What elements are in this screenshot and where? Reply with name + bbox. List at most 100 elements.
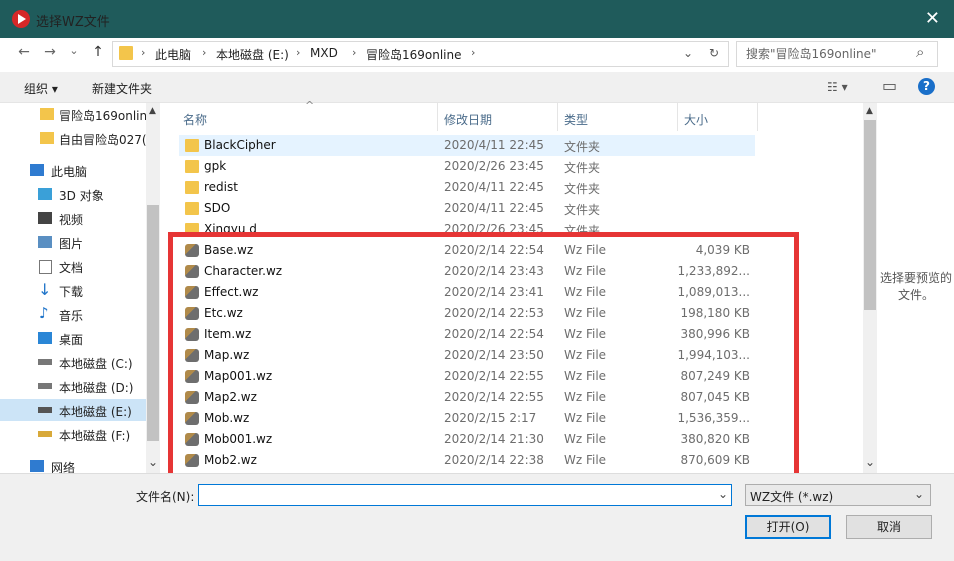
column-divider[interactable] [757, 103, 758, 131]
view-options-icon[interactable]: ☷ ▾ [827, 80, 848, 94]
breadcrumb-drive-e[interactable]: 本地磁盘 (E:) [216, 46, 289, 63]
column-header-date[interactable]: 修改日期 [444, 111, 492, 128]
file-row[interactable]: redist 2020/4/11 22:45 文件夹 [179, 177, 755, 198]
chevron-right-icon: › [141, 46, 146, 59]
address-bar[interactable]: › 此电脑 › 本地磁盘 (E:) › MXD › 冒险岛169online ›… [112, 41, 729, 67]
filename-input[interactable] [198, 484, 732, 506]
sidebar-item-3d-objects[interactable]: 3D 对象 [0, 183, 146, 205]
highlight-box [168, 232, 799, 484]
file-type: 文件夹 [564, 182, 601, 196]
filename-label: 文件名(N): [136, 490, 195, 504]
desktop-icon [38, 332, 52, 344]
folder-icon [40, 108, 54, 120]
column-divider[interactable] [557, 103, 558, 131]
sidebar-item-drive-e[interactable]: 本地磁盘 (E:) [0, 399, 146, 421]
sidebar-item-label: 冒险岛169onlin [59, 109, 148, 123]
organize-button[interactable]: 组织 ▾ [24, 80, 58, 97]
chevron-down-icon[interactable]: ⌄ [718, 487, 728, 501]
chevron-right-icon: › [202, 46, 207, 59]
column-divider[interactable] [437, 103, 438, 131]
video-icon [38, 212, 52, 224]
sidebar-item-this-pc[interactable]: 此电脑 [0, 159, 146, 181]
sidebar-item-documents[interactable]: 文档 [0, 255, 146, 277]
sidebar-item-label: 本地磁盘 (C:) [59, 357, 133, 371]
filetype-select[interactable]: WZ文件 (*.wz) ⌄ [745, 484, 931, 506]
folder-icon [40, 132, 54, 144]
sidebar-item-music[interactable]: ♪ 音乐 [0, 303, 146, 325]
breadcrumb-current-folder[interactable]: 冒险岛169online [366, 46, 462, 63]
file-date: 2020/4/11 22:45 [444, 180, 544, 194]
folder-icon [185, 202, 199, 215]
sidebar-item-drive-d[interactable]: 本地磁盘 (D:) [0, 375, 146, 397]
file-name: redist [204, 180, 238, 194]
back-arrow-icon[interactable]: ← [14, 44, 34, 64]
search-icon[interactable]: ⌕ [916, 43, 924, 61]
help-icon[interactable]: ? [918, 78, 935, 95]
file-date: 2020/4/11 22:45 [444, 138, 544, 152]
sidebar-item-mxd169[interactable]: 冒险岛169onlin [0, 103, 148, 125]
sidebar-scroll-thumb[interactable] [147, 205, 159, 441]
music-icon: ♪ [39, 304, 49, 322]
sidebar-item-label: 桌面 [59, 333, 84, 347]
file-row[interactable]: SDO 2020/4/11 22:45 文件夹 [179, 198, 755, 219]
sidebar-item-pictures[interactable]: 图片 [0, 231, 146, 253]
sidebar-item-label: 本地磁盘 (F:) [59, 429, 131, 443]
recent-dropdown-icon[interactable]: ⌄ [64, 44, 84, 64]
network-icon [30, 460, 44, 472]
scroll-down-icon[interactable]: ⌄ [148, 455, 158, 469]
file-date: 2020/2/26 23:45 [444, 159, 544, 173]
document-icon [39, 260, 52, 274]
address-dropdown-icon[interactable]: ⌄ [683, 46, 693, 60]
column-header-name[interactable]: 名称 [183, 111, 207, 128]
sidebar-item-label: 此电脑 [51, 165, 88, 179]
folder-icon [185, 139, 199, 152]
scroll-up-icon[interactable]: ▲ [149, 106, 156, 116]
sidebar-item-mxd027[interactable]: 自由冒险岛027( [0, 127, 147, 149]
new-folder-button[interactable]: 新建文件夹 [92, 80, 152, 97]
file-list-scroll-thumb[interactable] [864, 120, 876, 310]
close-icon[interactable]: ✕ [925, 8, 940, 29]
open-button[interactable]: 打开(O) [745, 515, 831, 539]
column-header-type[interactable]: 类型 [564, 111, 588, 128]
chevron-right-icon: › [352, 46, 357, 59]
column-header-size[interactable]: 大小 [684, 111, 708, 128]
sidebar-item-desktop[interactable]: 桌面 [0, 327, 146, 349]
sidebar-item-label: 文档 [59, 261, 84, 275]
preview-pane-icon[interactable]: ▭ [882, 76, 897, 95]
computer-icon [30, 164, 44, 176]
sidebar-item-label: 视频 [59, 213, 84, 227]
scroll-up-icon[interactable]: ▲ [866, 106, 873, 116]
sidebar-item-label: 本地磁盘 (D:) [59, 381, 134, 395]
file-row[interactable]: BlackCipher 2020/4/11 22:45 文件夹 [179, 135, 755, 156]
folder-icon [185, 160, 199, 173]
sidebar-item-label: 3D 对象 [59, 189, 104, 203]
sidebar-item-drive-f[interactable]: 本地磁盘 (F:) [0, 423, 146, 445]
file-row[interactable]: gpk 2020/2/26 23:45 文件夹 [179, 156, 755, 177]
cube-icon [38, 188, 52, 200]
file-name: SDO [204, 201, 231, 215]
title-bar [0, 0, 954, 38]
drive-icon [38, 407, 52, 413]
scroll-down-icon[interactable]: ⌄ [865, 455, 875, 469]
search-placeholder: 搜索"冒险岛169online" [746, 47, 877, 61]
chevron-down-icon: ⌄ [913, 487, 924, 501]
breadcrumb-mxd[interactable]: MXD [310, 46, 338, 60]
file-date: 2020/4/11 22:45 [444, 201, 544, 215]
sidebar-item-downloads[interactable]: ↓ 下载 [0, 279, 146, 301]
folder-icon [185, 181, 199, 194]
breadcrumb-this-pc[interactable]: 此电脑 [155, 46, 191, 63]
download-icon: ↓ [38, 280, 52, 299]
sidebar-item-videos[interactable]: 视频 [0, 207, 146, 229]
refresh-icon[interactable]: ↻ [709, 46, 719, 60]
cancel-button[interactable]: 取消 [846, 515, 932, 539]
column-divider[interactable] [677, 103, 678, 131]
file-name: BlackCipher [204, 138, 276, 152]
app-icon [12, 10, 30, 28]
up-arrow-icon[interactable]: ↑ [88, 44, 108, 64]
sidebar-item-label: 音乐 [59, 309, 84, 323]
sidebar-item-drive-c[interactable]: 本地磁盘 (C:) [0, 351, 146, 373]
drive-icon [38, 359, 52, 365]
sidebar-item-label: 图片 [59, 237, 84, 251]
file-type: 文件夹 [564, 140, 601, 154]
forward-arrow-icon[interactable]: → [40, 44, 60, 64]
